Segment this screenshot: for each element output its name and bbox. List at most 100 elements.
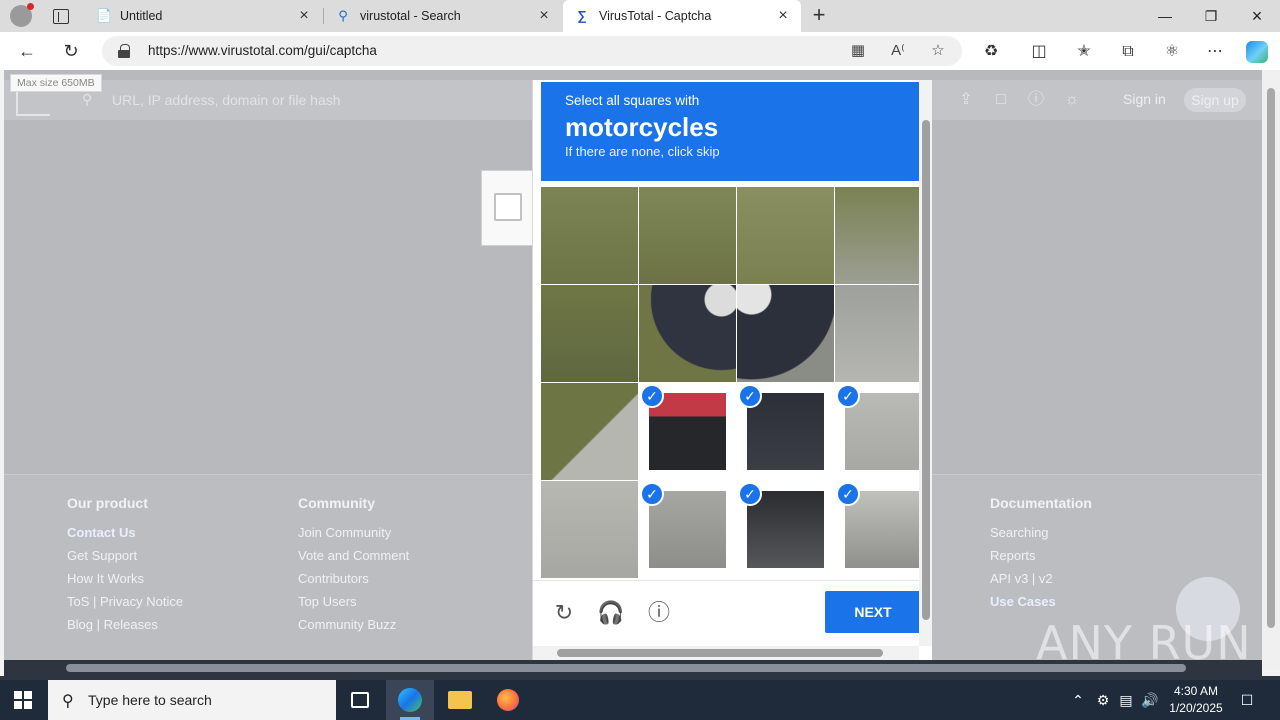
edge-browser-icon[interactable]	[386, 680, 434, 720]
collections-icon[interactable]: ⧉	[1117, 41, 1139, 63]
captcha-tile[interactable]	[639, 187, 736, 284]
scroll-thumb[interactable]	[66, 664, 1186, 672]
taskbar-search-box[interactable]: ⚲ Type here to search	[48, 680, 336, 720]
footer-link[interactable]: Reports	[990, 548, 1092, 563]
refresh-icon[interactable]: ↻	[58, 39, 84, 63]
favorites-icon[interactable]: ✭	[1073, 41, 1095, 63]
footer-link[interactable]: Get Support	[67, 548, 183, 563]
tab-untitled[interactable]: 📄 Untitled ×	[84, 0, 322, 32]
tray-overflow-icon[interactable]: ⌃	[1069, 691, 1087, 709]
document-icon: 📄	[96, 8, 113, 23]
captcha-tile[interactable]: ✓	[639, 481, 736, 578]
captcha-tile[interactable]: ✓	[737, 481, 834, 578]
scroll-thumb[interactable]	[1267, 88, 1275, 628]
footer-link[interactable]: API v3 | v2	[990, 571, 1092, 586]
back-icon[interactable]: ←	[14, 39, 40, 63]
close-tab-icon[interactable]: ×	[536, 8, 552, 24]
captcha-tile[interactable]	[835, 285, 932, 382]
captcha-tile[interactable]	[835, 187, 932, 284]
settings-more-icon[interactable]: ⋯	[1204, 41, 1226, 63]
challenge-horizontal-scrollbar[interactable]	[533, 646, 919, 660]
performance-icon[interactable]: ⚛	[1161, 41, 1183, 63]
captcha-tile[interactable]: ✓	[835, 383, 932, 480]
task-view-icon[interactable]	[336, 680, 384, 720]
close-tab-icon[interactable]: ×	[775, 8, 791, 24]
windows-start-icon[interactable]	[14, 691, 32, 709]
reload-icon[interactable]: ↻	[550, 599, 578, 627]
split-screen-icon[interactable]: ◫	[1028, 41, 1050, 63]
new-tab-icon[interactable]: +	[808, 4, 830, 26]
notification-center-icon[interactable]: ☐	[1238, 691, 1256, 709]
firefox-icon[interactable]	[484, 680, 532, 720]
lock-icon[interactable]	[118, 44, 130, 58]
captcha-target: motorcycles	[565, 112, 719, 142]
network-icon[interactable]: ▤	[1117, 691, 1135, 709]
windows-taskbar: ⚲ Type here to search ⌃ ⚙ ▤ 🔊 4:30 AM 1/…	[0, 680, 1280, 720]
captcha-tile[interactable]	[541, 285, 638, 382]
tile-image	[541, 285, 638, 382]
tab-strip: 📄 Untitled × ⚲ virustotal - Search × ∑ V…	[0, 0, 1280, 32]
tab-actions-icon[interactable]	[48, 6, 72, 26]
sign-up-button[interactable]: Sign up	[1184, 88, 1246, 112]
copilot-icon[interactable]	[1246, 41, 1268, 63]
sign-in-link[interactable]: Sign in	[1123, 91, 1166, 107]
footer-link[interactable]: ToS | Privacy Notice	[67, 594, 183, 609]
file-explorer-icon[interactable]	[436, 680, 484, 720]
page-vertical-scrollbar[interactable]	[1262, 70, 1280, 670]
close-tab-icon[interactable]: ×	[296, 8, 312, 24]
footer-link[interactable]: Contact Us	[67, 525, 183, 540]
search-input[interactable]: URL, IP address, domain or file hash	[112, 92, 341, 108]
minimize-icon[interactable]: —	[1142, 0, 1188, 32]
footer-link[interactable]: Vote and Comment	[298, 548, 409, 563]
audio-challenge-icon[interactable]: 🎧	[597, 599, 625, 627]
footer-link[interactable]: How It Works	[67, 571, 183, 586]
tray-app-icon[interactable]: ⚙	[1094, 691, 1112, 709]
theme-toggle-icon[interactable]: ☼	[1060, 88, 1084, 112]
footer-link[interactable]: Use Cases	[990, 594, 1092, 609]
restore-icon[interactable]: ❐	[1188, 0, 1234, 32]
volume-icon[interactable]: 🔊	[1141, 691, 1159, 709]
taskbar-clock[interactable]: 4:30 AM 1/20/2025	[1168, 683, 1224, 717]
footer-link[interactable]: Blog | Releases	[67, 617, 183, 632]
info-icon[interactable]: ⓘ	[645, 599, 673, 627]
captcha-tile[interactable]: ✓	[835, 481, 932, 578]
read-aloud-icon[interactable]: A⁽	[888, 41, 908, 61]
captcha-tile[interactable]	[737, 187, 834, 284]
footer-heading: Documentation	[990, 495, 1092, 511]
tab-virustotal-search[interactable]: ⚲ virustotal - Search ×	[324, 0, 562, 32]
help-icon[interactable]: ⓘ	[1024, 88, 1048, 112]
app-available-icon[interactable]: ▦	[848, 41, 868, 61]
recaptcha-checkbox[interactable]	[494, 193, 522, 221]
captcha-tile[interactable]: ✓	[639, 383, 736, 480]
footer-link[interactable]: Community Buzz	[298, 617, 409, 632]
favorite-star-icon[interactable]: ☆	[928, 41, 948, 61]
tile-image	[541, 187, 638, 284]
extensions-icon[interactable]: ♻	[980, 41, 1002, 63]
captcha-tile[interactable]: ✓	[737, 383, 834, 480]
footer-link[interactable]: Contributors	[298, 571, 409, 586]
url-text[interactable]: https://www.virustotal.com/gui/captcha	[148, 43, 377, 58]
tab-virustotal-captcha[interactable]: ∑ VirusTotal - Captcha ×	[563, 0, 801, 32]
footer-link[interactable]: Searching	[990, 525, 1092, 540]
notifications-icon[interactable]: □	[989, 88, 1013, 112]
captcha-tile[interactable]	[737, 285, 834, 382]
footer-link[interactable]: Top Users	[298, 594, 409, 609]
close-window-icon[interactable]: ×	[1234, 0, 1280, 32]
captcha-tile[interactable]	[639, 285, 736, 382]
tile-selected-check-icon: ✓	[738, 482, 762, 506]
scroll-thumb[interactable]	[557, 649, 883, 657]
tile-selected-check-icon: ✓	[640, 384, 664, 408]
captcha-tile[interactable]	[541, 481, 638, 578]
footer-link[interactable]: Join Community	[298, 525, 409, 540]
captcha-tile[interactable]	[541, 383, 638, 480]
scroll-thumb[interactable]	[922, 120, 930, 620]
captcha-tile[interactable]	[541, 187, 638, 284]
page-horizontal-scrollbar[interactable]	[4, 660, 1262, 676]
footer-column-community: Community Join Community Vote and Commen…	[298, 495, 409, 640]
upload-icon[interactable]: ⇪	[954, 88, 978, 112]
address-bar[interactable]: https://www.virustotal.com/gui/captcha ▦…	[102, 36, 962, 66]
profile-avatar-icon[interactable]	[10, 3, 34, 27]
next-button[interactable]: NEXT	[825, 591, 921, 633]
challenge-vertical-scrollbar[interactable]	[919, 80, 932, 646]
tile-image	[835, 187, 932, 284]
